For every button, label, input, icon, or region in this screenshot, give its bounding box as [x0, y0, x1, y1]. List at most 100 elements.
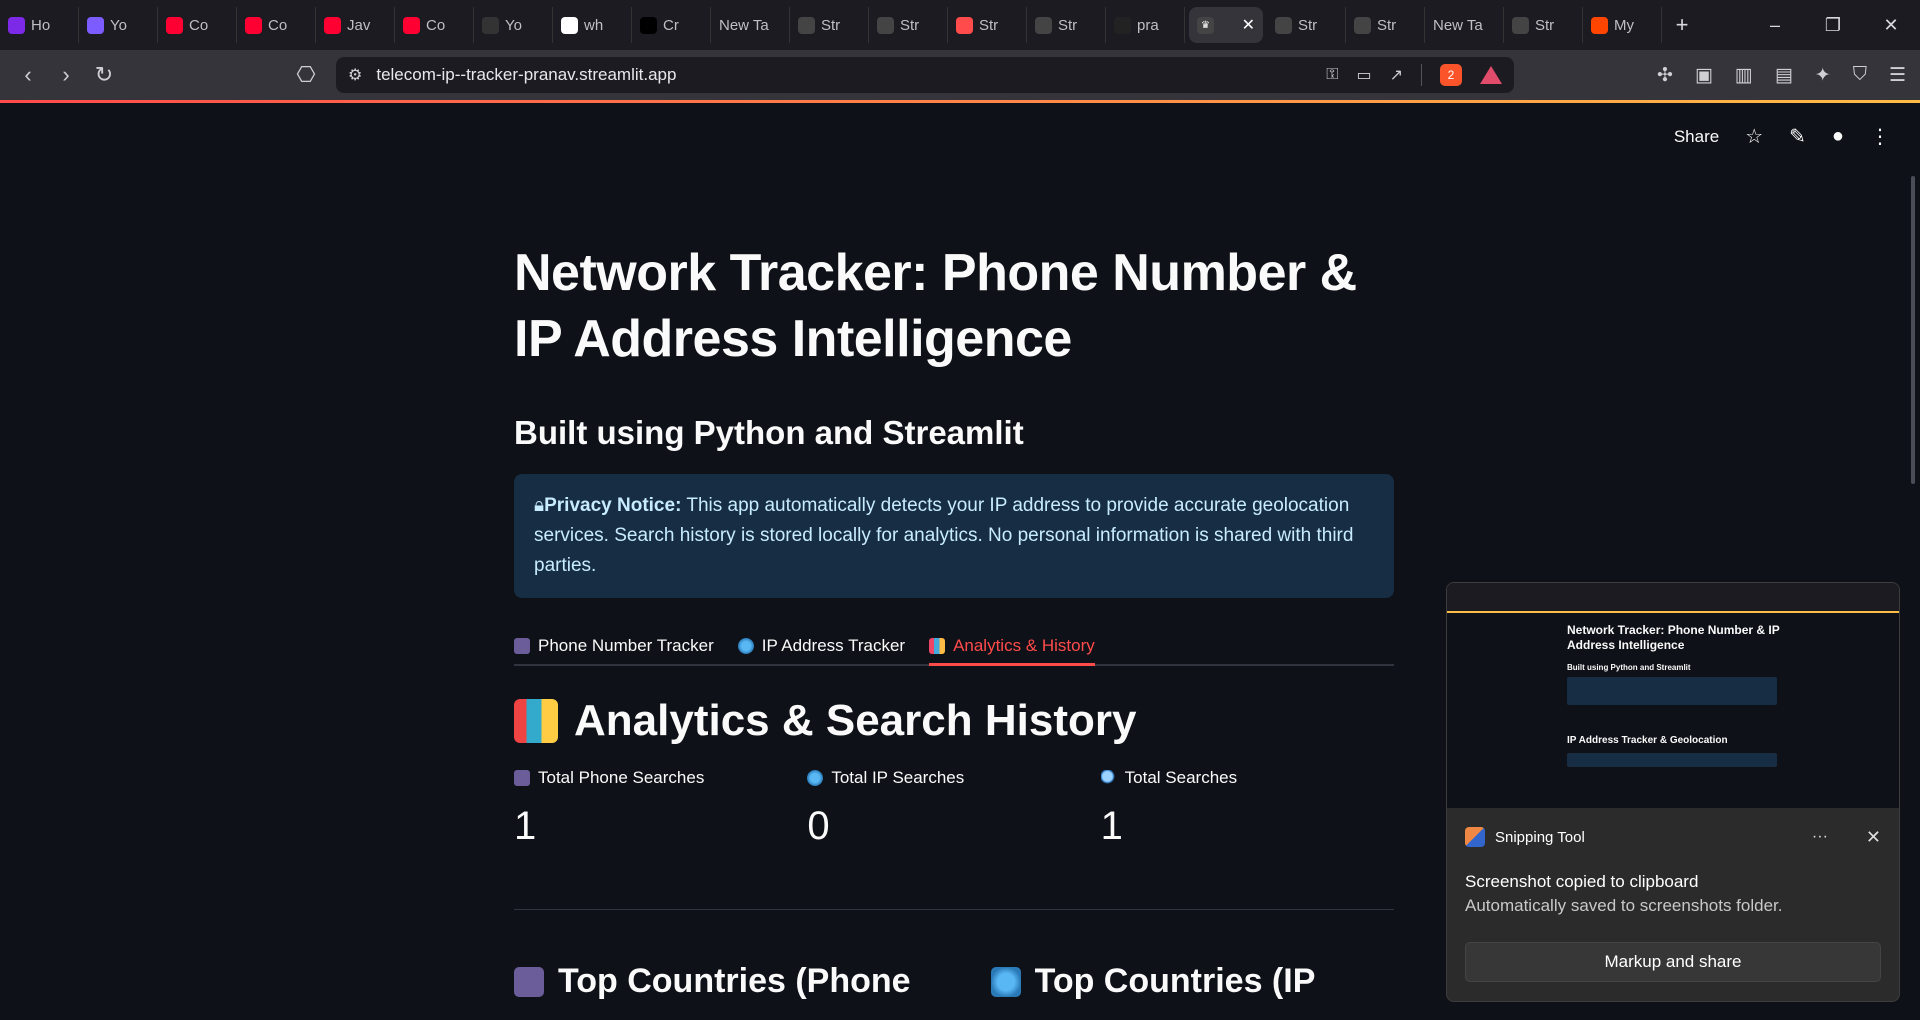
restore-icon[interactable]: ❐: [1804, 0, 1862, 50]
tab-ip-address-tracker[interactable]: IP Address Tracker: [737, 628, 906, 664]
github-icon[interactable]: ●: [1832, 125, 1844, 148]
minimize-icon[interactable]: –: [1746, 0, 1804, 50]
browser-tab[interactable]: New Ta: [1425, 7, 1504, 43]
browser-tab-label: Yo: [110, 16, 127, 34]
metric-value: 0: [807, 804, 830, 848]
browser-tab[interactable]: Str: [1267, 7, 1346, 43]
share-page-icon[interactable]: ↗: [1390, 65, 1403, 85]
browser-tab[interactable]: Co: [158, 7, 237, 43]
edit-icon[interactable]: ✎: [1789, 124, 1806, 149]
more-options-icon[interactable]: ⋮: [1870, 124, 1890, 149]
close-tab-icon[interactable]: ✕: [1242, 15, 1255, 35]
sidebar-icon[interactable]: ▥: [1735, 64, 1753, 87]
bookmark-icon[interactable]: ⎔: [288, 57, 324, 93]
google-icon: [561, 16, 578, 34]
phone-icon: [514, 966, 544, 997]
browser-tab[interactable]: New Ta: [711, 7, 790, 43]
tab-phone-number-tracker[interactable]: Phone Number Tracker: [514, 628, 714, 664]
browser-tab[interactable]: Str: [1504, 7, 1583, 43]
snipping-tool-notification[interactable]: Network Tracker: Phone Number & IP Addre…: [1446, 582, 1900, 1002]
browser-tab[interactable]: pra: [1106, 7, 1185, 43]
notification-title: Screenshot copied to clipboard: [1465, 872, 1699, 891]
youtube-icon: [166, 16, 183, 34]
tab-label: Phone Number Tracker: [538, 636, 714, 655]
preview-heading: IP Address Tracker & Geolocation: [1567, 735, 1728, 746]
url-text[interactable]: telecom-ip--tracker-pranav.streamlit.app: [376, 65, 676, 85]
browser-tab[interactable]: Co: [237, 7, 316, 43]
browser-tab[interactable]: Yo: [79, 7, 158, 43]
github-icon: [1114, 16, 1131, 34]
tab-label: IP Address Tracker: [761, 636, 906, 655]
tab-analytics-history[interactable]: Analytics & History: [929, 628, 1095, 666]
metric-value: 1: [514, 804, 537, 848]
markup-and-share-button[interactable]: Markup and share: [1465, 942, 1881, 982]
tab-list-main: Phone Number Tracker IP Address Tracker …: [514, 628, 1394, 666]
metric-label: Total Searches: [1124, 768, 1238, 787]
browser-tab[interactable]: Yo: [474, 7, 553, 43]
preview-browser-bar: [1447, 583, 1899, 613]
reload-icon[interactable]: ↻: [86, 57, 122, 93]
browser-tab[interactable]: Str: [790, 7, 869, 43]
vpn-icon[interactable]: ⛉: [1853, 64, 1867, 86]
browser-tab[interactable]: Str: [1027, 7, 1106, 43]
tab-list-after: Str Str New Ta Str My: [1267, 7, 1662, 43]
globe-icon: [737, 638, 754, 654]
browser-tab[interactable]: Str: [869, 7, 948, 43]
browser-tab-label: Co: [426, 16, 446, 34]
browser-tab-active[interactable]: ♛ ✕: [1189, 7, 1263, 43]
browser-tab[interactable]: Ho: [0, 7, 79, 43]
more-options-icon[interactable]: ···: [1812, 828, 1828, 846]
metric-value: 1: [1100, 804, 1123, 848]
browser-tab[interactable]: My: [1583, 7, 1662, 43]
back-icon[interactable]: ‹: [10, 57, 46, 93]
extensions-icon[interactable]: ✣: [1657, 64, 1673, 87]
star-icon[interactable]: ☆: [1745, 124, 1763, 149]
browser-tab-label: Co: [189, 16, 209, 34]
browser-tab-label: wh: [584, 16, 604, 34]
key-icon[interactable]: ⚿: [1326, 66, 1338, 84]
phone-icon: [514, 770, 530, 786]
magnifier-icon: [1100, 770, 1117, 786]
metric-total-searches: Total Searches 1: [1100, 768, 1394, 849]
cast-icon[interactable]: ▭: [1356, 65, 1371, 85]
browser-tab-label: Str: [821, 16, 841, 34]
browser-tab[interactable]: Str: [1346, 7, 1425, 43]
phone-icon: [514, 638, 530, 654]
site-info-icon[interactable]: ⚙: [348, 65, 362, 85]
notification-header: Snipping Tool ··· ✕: [1465, 808, 1881, 866]
leo-ai-icon[interactable]: ✦: [1815, 64, 1831, 87]
share-button[interactable]: Share: [1674, 127, 1719, 147]
triangle-icon: [640, 16, 657, 34]
forward-icon[interactable]: ›: [48, 57, 84, 93]
browser-tab[interactable]: wh: [553, 7, 632, 43]
brave-shields-icon[interactable]: 2: [1440, 64, 1462, 86]
wallet-icon[interactable]: ▤: [1775, 64, 1793, 87]
privacy-notice: 🔒︎Privacy Notice: This app automatically…: [514, 474, 1394, 598]
menu-icon[interactable]: ☰: [1889, 64, 1906, 87]
tab-label: Analytics & History: [953, 635, 1095, 655]
window-controls: – ❐ ✕: [1746, 0, 1920, 50]
browser-tab-strip: Ho Yo Co Co Jav Co Yo wh Cr New Ta Str Str Str Str pra…: [0, 0, 1920, 50]
section-title-text: Analytics & Search History: [574, 696, 1137, 745]
browser-tab[interactable]: Str: [948, 7, 1027, 43]
subheadings-row: Top Countries (Phone Top Countries (IP: [514, 962, 1394, 1001]
brave-rewards-icon[interactable]: [1480, 66, 1502, 84]
address-bar[interactable]: ⚙ telecom-ip--tracker-pranav.streamlit.a…: [336, 57, 1514, 93]
browser-tab-label: Ho: [31, 16, 51, 34]
browser-tab-label: Str: [1377, 16, 1397, 34]
chart-icon: [514, 699, 558, 743]
page-scrollbar[interactable]: [1911, 176, 1915, 484]
browser-tab[interactable]: Jav: [316, 7, 395, 43]
subheading-top-countries-phone: Top Countries (Phone: [514, 962, 911, 1001]
close-icon[interactable]: ✕: [1866, 827, 1881, 848]
page-title: Network Tracker: Phone Number & IP Addre…: [514, 244, 1357, 368]
browser-tab-label: Str: [1058, 16, 1078, 34]
youtube-icon: [403, 16, 420, 34]
close-window-icon[interactable]: ✕: [1862, 0, 1920, 50]
screenshot-preview[interactable]: Network Tracker: Phone Number & IP Addre…: [1447, 583, 1899, 808]
reader-mode-icon[interactable]: ▣: [1695, 64, 1713, 87]
browser-tab[interactable]: Co: [395, 7, 474, 43]
browser-tab[interactable]: Cr: [632, 7, 711, 43]
metric-ip-searches: Total IP Searches 0: [807, 768, 1100, 849]
new-tab-button[interactable]: +: [1662, 12, 1702, 38]
